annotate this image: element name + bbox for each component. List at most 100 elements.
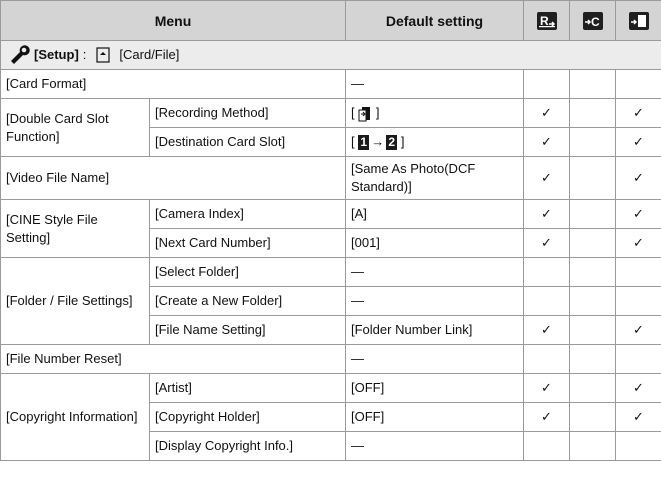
check-cell: ✓ bbox=[615, 199, 661, 229]
value-prefix: [ bbox=[351, 133, 355, 149]
table-row: [Card Format] — bbox=[0, 69, 661, 99]
group-label: [Copyright Information] bbox=[0, 373, 150, 461]
check-cell: ✓ bbox=[523, 402, 570, 432]
item-label: [Copyright Holder] bbox=[149, 402, 346, 432]
section-sep: : bbox=[82, 47, 87, 62]
check-cell bbox=[523, 257, 570, 287]
check-cell: ✓ bbox=[523, 315, 570, 345]
relay-recording-icon bbox=[358, 106, 371, 122]
check-cell bbox=[615, 431, 661, 461]
check-cell bbox=[569, 199, 616, 229]
check-cell: ✓ bbox=[615, 315, 661, 345]
row-value: [Same As Photo(DCF Standard)] bbox=[345, 156, 524, 200]
check-cell bbox=[615, 344, 661, 374]
check-cell bbox=[569, 127, 616, 157]
section-row: [Setup]: [Card/File] bbox=[0, 40, 661, 70]
custom-save-column-header bbox=[615, 0, 661, 41]
svg-text:R: R bbox=[540, 14, 549, 28]
item-label: [Create a New Folder] bbox=[149, 286, 346, 316]
row-value: [ ] bbox=[345, 98, 524, 128]
wrench-icon bbox=[11, 45, 30, 64]
item-label: [Destination Card Slot] bbox=[149, 127, 346, 157]
row-label: [Card Format] bbox=[0, 69, 346, 99]
slot-2-icon: 2 bbox=[386, 134, 398, 150]
group-label: [Double Card Slot Function] bbox=[0, 98, 150, 157]
value-suffix: ] bbox=[400, 133, 405, 149]
item-label: [Next Card Number] bbox=[149, 228, 346, 258]
check-cell bbox=[569, 402, 616, 432]
row-value: — bbox=[345, 431, 524, 461]
table-row: [File Number Reset] — bbox=[0, 344, 661, 374]
default-setting-header: Default setting bbox=[345, 0, 524, 41]
c-reset-column-header: C bbox=[569, 0, 616, 41]
header-row: Menu Default setting R C bbox=[0, 0, 661, 41]
check-cell: ✓ bbox=[523, 373, 570, 403]
custom-save-icon bbox=[628, 12, 649, 31]
row-label: [File Number Reset] bbox=[0, 344, 346, 374]
check-cell bbox=[569, 373, 616, 403]
check-cell bbox=[569, 431, 616, 461]
item-label: [Select Folder] bbox=[149, 257, 346, 287]
row-value: [ 1 → 2 ] bbox=[345, 127, 524, 157]
check-cell: ✓ bbox=[523, 98, 570, 128]
tab-up-icon bbox=[96, 47, 111, 63]
section-cell: [Setup]: [Card/File] bbox=[0, 40, 661, 70]
check-cell bbox=[615, 257, 661, 287]
menu-header: Menu bbox=[0, 0, 346, 41]
row-value: [OFF] bbox=[345, 373, 524, 403]
table-row: [Copyright Information] [Artist] [OFF] ✓… bbox=[0, 373, 661, 461]
row-value: — bbox=[345, 69, 524, 99]
table-row: [Video File Name] [Same As Photo(DCF Sta… bbox=[0, 156, 661, 200]
check-cell bbox=[569, 98, 616, 128]
check-cell: ✓ bbox=[523, 199, 570, 229]
section-tab-label: [Card/File] bbox=[119, 47, 180, 62]
check-cell: ✓ bbox=[615, 156, 661, 200]
row-value: — bbox=[345, 286, 524, 316]
row-value: — bbox=[345, 257, 524, 287]
item-label: [Camera Index] bbox=[149, 199, 346, 229]
check-cell: ✓ bbox=[615, 127, 661, 157]
row-value: [Folder Number Link] bbox=[345, 315, 524, 345]
section-label: [Setup] bbox=[34, 47, 79, 62]
check-cell bbox=[615, 69, 661, 99]
row-value: [OFF] bbox=[345, 402, 524, 432]
table-row: [CINE Style File Setting] [Camera Index]… bbox=[0, 199, 661, 258]
svg-text:C: C bbox=[591, 15, 600, 29]
check-cell: ✓ bbox=[523, 228, 570, 258]
check-cell: ✓ bbox=[615, 373, 661, 403]
check-cell bbox=[569, 156, 616, 200]
item-label: [Recording Method] bbox=[149, 98, 346, 128]
r-reset-column-header: R bbox=[523, 0, 570, 41]
check-cell bbox=[523, 344, 570, 374]
check-cell bbox=[569, 69, 616, 99]
slot-1-icon: 1 bbox=[358, 134, 370, 150]
check-cell bbox=[569, 286, 616, 316]
settings-table: Menu Default setting R C [Setup]: [Card… bbox=[0, 0, 661, 461]
check-cell bbox=[523, 431, 570, 461]
item-label: [Artist] bbox=[149, 373, 346, 403]
row-value: — bbox=[345, 344, 524, 374]
check-cell bbox=[569, 315, 616, 345]
value-prefix: [ bbox=[351, 105, 355, 120]
table-row: [Folder / File Settings] [Select Folder]… bbox=[0, 257, 661, 345]
check-cell: ✓ bbox=[615, 98, 661, 128]
check-cell bbox=[523, 286, 570, 316]
table-row: [Double Card Slot Function] [Recording M… bbox=[0, 98, 661, 157]
group-label: [Folder / File Settings] bbox=[0, 257, 150, 345]
value-suffix: ] bbox=[375, 105, 380, 120]
check-cell: ✓ bbox=[615, 228, 661, 258]
check-cell bbox=[569, 228, 616, 258]
c-reset-icon: C bbox=[582, 12, 603, 31]
check-cell bbox=[569, 344, 616, 374]
row-label: [Video File Name] bbox=[0, 156, 346, 200]
check-cell bbox=[615, 286, 661, 316]
check-cell: ✓ bbox=[523, 127, 570, 157]
item-label: [Display Copyright Info.] bbox=[149, 431, 346, 461]
check-cell: ✓ bbox=[523, 156, 570, 200]
check-cell: ✓ bbox=[615, 402, 661, 432]
row-value: [001] bbox=[345, 228, 524, 258]
check-cell bbox=[523, 69, 570, 99]
row-value: [A] bbox=[345, 199, 524, 229]
check-cell bbox=[569, 257, 616, 287]
r-reset-icon: R bbox=[536, 12, 557, 31]
